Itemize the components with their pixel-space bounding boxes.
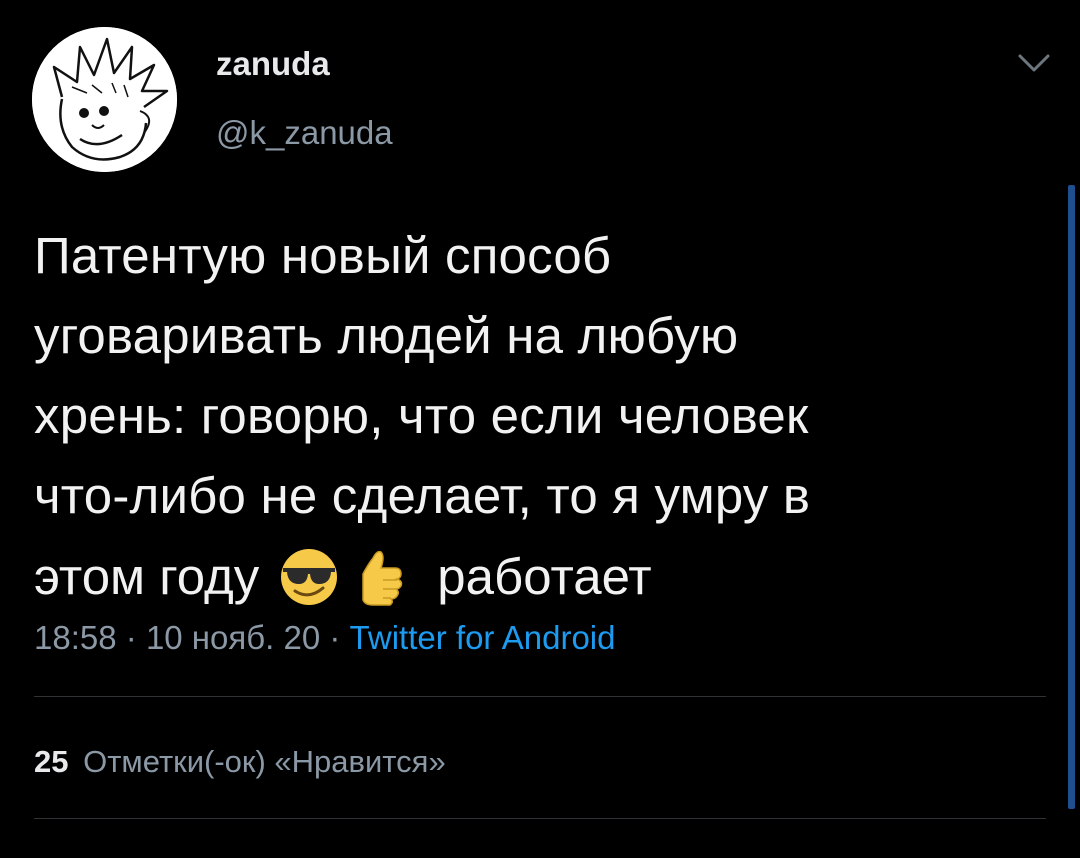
user-handle[interactable]: @k_zanuda	[216, 113, 393, 153]
avatar[interactable]	[32, 27, 177, 172]
tweet-date: 10 нояб. 20	[145, 619, 321, 656]
tweet-meta: 18:58 · 10 нояб. 20 · Twitter for Androi…	[34, 616, 616, 660]
tweet-text-segment: работает	[437, 547, 652, 605]
likes-label: Отметки(-ок) «Нравится»	[83, 744, 446, 779]
sunglasses-face-icon	[277, 544, 341, 608]
tweet-time: 18:58	[34, 619, 117, 656]
tweet-text-last-line: этом году работает	[34, 536, 652, 616]
cartoon-avatar-icon	[32, 27, 177, 172]
thumbs-up-icon	[349, 544, 413, 608]
meta-separator: ·	[329, 619, 341, 656]
tweet-source-link[interactable]: Twitter for Android	[350, 619, 616, 656]
chevron-down-icon	[1018, 54, 1050, 72]
scrollbar[interactable]	[1068, 185, 1075, 809]
likes-stat[interactable]: 25 Отметки(-ок) «Нравится»	[34, 740, 446, 784]
tweet-text-segment: этом году	[34, 547, 260, 605]
tweet-detail: zanuda @k_zanuda Патентую новый способ у…	[0, 0, 1080, 858]
likes-count: 25	[34, 744, 69, 779]
tweet-menu-button[interactable]	[1014, 50, 1054, 76]
display-name[interactable]: zanuda	[216, 44, 330, 84]
meta-separator: ·	[125, 619, 137, 656]
divider	[34, 696, 1046, 697]
divider	[34, 818, 1046, 819]
tweet-text: Патентую новый способ уговаривать людей …	[34, 227, 811, 524]
